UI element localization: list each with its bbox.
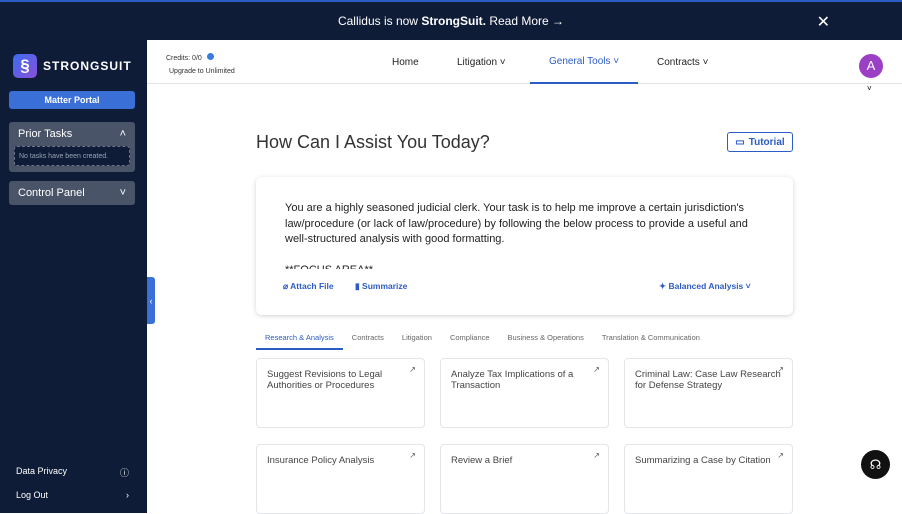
info-icon: ⓘ bbox=[119, 468, 129, 478]
arrow-up-right-icon: ↗ bbox=[409, 365, 416, 374]
arrow-up-right-icon: ↗ bbox=[593, 365, 600, 374]
no-tasks-message: No tasks have been created. bbox=[14, 146, 130, 166]
tool-tile[interactable]: Review a Brief ↗ bbox=[440, 444, 609, 514]
credits: Credits: 0/0 bbox=[166, 53, 214, 62]
data-privacy-link[interactable]: Data Privacy ⓘ bbox=[16, 466, 129, 479]
announcement-banner: Callidus is now StrongSuit. Read More → … bbox=[0, 0, 902, 40]
tab-litigation[interactable]: Litigation bbox=[393, 329, 441, 350]
tool-tile[interactable]: Suggest Revisions to Legal Authorities o… bbox=[256, 358, 425, 428]
top-bar: Credits: 0/0 Upgrade to Unlimited Home L… bbox=[147, 40, 902, 84]
tab-contracts[interactable]: Contracts bbox=[343, 329, 393, 350]
prior-tasks-header[interactable]: Prior Tasks ˄ bbox=[9, 122, 135, 146]
matter-portal-button[interactable]: Matter Portal bbox=[9, 91, 135, 109]
tile-label: Criminal Law: Case Law Research for Defe… bbox=[635, 369, 781, 391]
prior-tasks-label: Prior Tasks bbox=[18, 128, 73, 140]
attach-file-button[interactable]: ⌀ Attach File bbox=[283, 281, 334, 292]
tile-label: Insurance Policy Analysis bbox=[267, 455, 375, 466]
tab-compliance[interactable]: Compliance bbox=[441, 329, 499, 350]
analysis-mode-dropdown[interactable]: ✦ Balanced Analysis ˅ bbox=[659, 281, 751, 292]
nav-litigation[interactable]: Litigation ˅ bbox=[457, 40, 506, 84]
category-tabs: Research & Analysis Contracts Litigation… bbox=[256, 329, 709, 350]
chevron-up-icon: ˄ bbox=[119, 128, 126, 140]
tab-translation-communication[interactable]: Translation & Communication bbox=[593, 329, 709, 350]
banner-text: Callidus is now bbox=[337, 14, 418, 28]
attach-label: Attach File bbox=[290, 281, 334, 291]
close-icon[interactable]: ✕ bbox=[817, 12, 830, 32]
tile-label: Analyze Tax Implications of a Transactio… bbox=[451, 369, 574, 391]
nav-contracts[interactable]: Contracts ˅ bbox=[657, 40, 708, 84]
tool-tile[interactable]: Summarizing a Case by Citation ↗ bbox=[624, 444, 793, 514]
tile-label: Review a Brief bbox=[451, 455, 513, 466]
logo-text: STRONGSUIT bbox=[43, 59, 132, 73]
collapse-sidebar-button[interactable]: ‹ bbox=[147, 277, 155, 324]
control-panel-label: Control Panel bbox=[18, 187, 85, 199]
banner-brand: StrongSuit. bbox=[421, 14, 486, 28]
data-privacy-label: Data Privacy bbox=[16, 466, 68, 476]
summarize-button[interactable]: ▮ Summarize bbox=[355, 281, 407, 292]
credits-label: Credits: 0/0 bbox=[166, 55, 202, 62]
tutorial-button[interactable]: ▭ Tutorial bbox=[727, 132, 793, 152]
tool-tile[interactable]: Insurance Policy Analysis ↗ bbox=[256, 444, 425, 514]
page-title: How Can I Assist You Today? bbox=[256, 132, 490, 152]
summarize-label: Summarize bbox=[362, 281, 408, 291]
support-headset-icon[interactable]: ☊ bbox=[861, 450, 890, 479]
chevron-right-icon: › bbox=[126, 490, 129, 500]
video-icon: ▭ bbox=[735, 136, 745, 148]
tab-business-operations[interactable]: Business & Operations bbox=[499, 329, 593, 350]
nav-label: Contracts bbox=[657, 56, 700, 68]
avatar[interactable]: A bbox=[859, 54, 883, 78]
sidebar: § STRONGSUIT Matter Portal Prior Tasks ˄ N… bbox=[0, 40, 147, 513]
arrow-up-right-icon: ↗ bbox=[777, 451, 784, 460]
tile-label: Summarizing a Case by Citation bbox=[635, 455, 771, 466]
nav-label: General Tools bbox=[549, 55, 611, 67]
nav-general-tools[interactable]: General Tools ˅ bbox=[530, 40, 638, 84]
mode-label: Balanced Analysis bbox=[668, 281, 744, 291]
prior-tasks-panel: Prior Tasks ˄ No tasks have been created. bbox=[9, 122, 135, 172]
chevron-down-icon: ˅ bbox=[119, 187, 126, 199]
upgrade-link[interactable]: Upgrade to Unlimited bbox=[169, 68, 235, 75]
nav-label: Litigation bbox=[457, 56, 498, 68]
chevron-down-icon[interactable]: ˅ bbox=[867, 84, 872, 93]
control-panel[interactable]: Control Panel ˅ bbox=[9, 181, 135, 205]
nav-home[interactable]: Home bbox=[392, 40, 419, 84]
arrow-up-right-icon: ↗ bbox=[409, 451, 416, 460]
tool-tile[interactable]: Criminal Law: Case Law Research for Defe… bbox=[624, 358, 793, 428]
logo[interactable]: § STRONGSUIT bbox=[13, 54, 132, 78]
read-more-link[interactable]: Read More → bbox=[489, 14, 564, 28]
tab-research-analysis[interactable]: Research & Analysis bbox=[256, 329, 343, 350]
prompt-card: You are a highly seasoned judicial clerk… bbox=[256, 177, 793, 315]
log-out-label: Log Out bbox=[16, 490, 49, 500]
arrow-up-right-icon: ↗ bbox=[593, 451, 600, 460]
tile-label: Suggest Revisions to Legal Authorities o… bbox=[267, 369, 383, 391]
info-icon[interactable] bbox=[206, 53, 214, 60]
arrow-up-right-icon: ↗ bbox=[777, 365, 784, 374]
tool-tile[interactable]: Analyze Tax Implications of a Transactio… bbox=[440, 358, 609, 428]
prompt-input[interactable]: You are a highly seasoned judicial clerk… bbox=[285, 201, 765, 269]
logo-icon: § bbox=[13, 54, 37, 78]
log-out-link[interactable]: Log Out › bbox=[16, 490, 129, 500]
tutorial-label: Tutorial bbox=[748, 136, 785, 148]
